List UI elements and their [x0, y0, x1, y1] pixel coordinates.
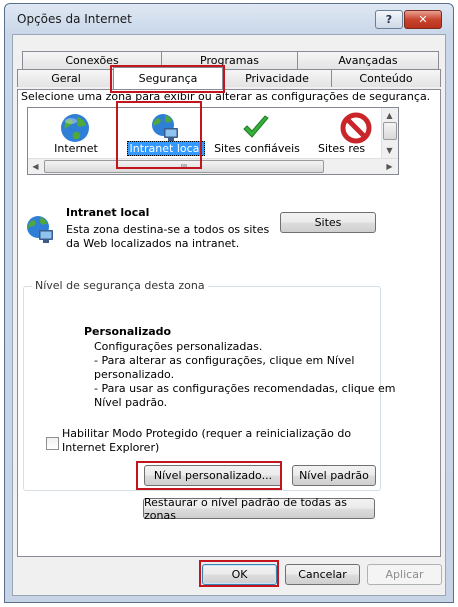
- checkmark-icon: [243, 115, 269, 138]
- tab-avancadas[interactable]: Avançadas: [297, 51, 439, 69]
- title-bar[interactable]: Opções da Internet ? ✕: [5, 4, 453, 34]
- zone-label-trusted: Sites confiáveis: [214, 142, 300, 155]
- apply-button[interactable]: Aplicar: [367, 564, 442, 585]
- zone-label-intranet: Intranet local: [121, 141, 211, 156]
- intranet-zone-icon: [27, 216, 53, 243]
- scroll-right-arrow-icon[interactable]: ▶: [382, 159, 397, 174]
- tab-privacidade[interactable]: Privacidade: [221, 69, 333, 87]
- default-level-button[interactable]: Nível padrão: [292, 465, 376, 486]
- intranet-icon: [152, 114, 178, 141]
- horizontal-scroll-thumb[interactable]: III: [44, 160, 324, 173]
- zone-label-restricted: Sites res: [318, 142, 366, 155]
- protected-mode-label-line-1[interactable]: Habilitar Modo Protegido (requer a reini…: [62, 427, 351, 440]
- window-title: Opções da Internet: [17, 12, 132, 26]
- security-level-title: Personalizado: [84, 325, 172, 338]
- security-level-line-2: - Para alterar as configurações, clique …: [94, 354, 355, 367]
- tab-geral[interactable]: Geral: [17, 69, 115, 87]
- tab-conteudo[interactable]: Conteúdo: [331, 69, 441, 87]
- security-level-group-title: Nível de segurança desta zona: [32, 279, 208, 292]
- zone-instruction: Selecione uma zona para exibir ou altera…: [21, 90, 431, 103]
- security-level-line-4: - Para usar as configurações recomendada…: [94, 382, 396, 395]
- vertical-scroll-thumb[interactable]: [383, 122, 397, 140]
- close-button[interactable]: ✕: [404, 10, 442, 29]
- zone-list-vertical-scrollbar[interactable]: ▲ ▼: [381, 108, 398, 158]
- security-level-line-1: Configurações personalizadas.: [94, 340, 263, 353]
- restricted-icon: [340, 112, 372, 144]
- reset-all-zones-button[interactable]: Restaurar o nível padrão de todas as zon…: [143, 496, 375, 522]
- security-level-line-5: Nível padrão.: [94, 396, 168, 409]
- security-level-group: Nível de segurança desta zona Personaliz…: [23, 279, 396, 491]
- zone-detail-line-1: Esta zona destina-se a todos os sites: [66, 223, 270, 236]
- zone-detail-line-2: da Web localizados na intranet.: [66, 237, 240, 250]
- ok-button[interactable]: OK: [202, 564, 277, 585]
- tab-seguranca[interactable]: Segurança: [113, 67, 223, 89]
- scroll-down-arrow-icon[interactable]: ▼: [382, 143, 397, 158]
- zone-list-horizontal-scrollbar[interactable]: ◀ III ▶: [28, 158, 398, 174]
- zone-list[interactable]: Internet Intranet local Sites confiáveis…: [27, 107, 399, 175]
- protected-mode-checkbox[interactable]: [46, 437, 59, 450]
- custom-level-button[interactable]: Nível personalizado...: [144, 465, 282, 486]
- cancel-button[interactable]: Cancelar: [285, 564, 360, 585]
- sites-button[interactable]: Sites: [280, 212, 376, 233]
- security-tab-panel: Selecione uma zona para exibir ou altera…: [17, 89, 441, 557]
- security-level-line-3: personalizado.: [94, 368, 175, 381]
- zone-item-restricted[interactable]: Sites res: [304, 108, 384, 160]
- zone-label-internet: Internet: [54, 142, 98, 155]
- zone-item-internet[interactable]: Internet: [31, 108, 121, 160]
- zone-item-intranet[interactable]: Intranet local: [121, 108, 211, 160]
- scroll-up-arrow-icon[interactable]: ▲: [382, 108, 397, 123]
- zone-detail-title: Intranet local: [66, 206, 150, 219]
- help-button[interactable]: ?: [375, 10, 403, 29]
- zone-item-trusted[interactable]: Sites confiáveis: [212, 108, 302, 160]
- dialog-window: Opções da Internet ? ✕ Conexões Programa…: [4, 3, 454, 603]
- protected-mode-label-line-2[interactable]: Internet Explorer): [62, 441, 159, 454]
- dialog-client: Conexões Programas Avançadas Geral Segur…: [12, 34, 446, 596]
- globe-icon: [61, 114, 89, 142]
- scroll-left-arrow-icon[interactable]: ◀: [28, 159, 43, 174]
